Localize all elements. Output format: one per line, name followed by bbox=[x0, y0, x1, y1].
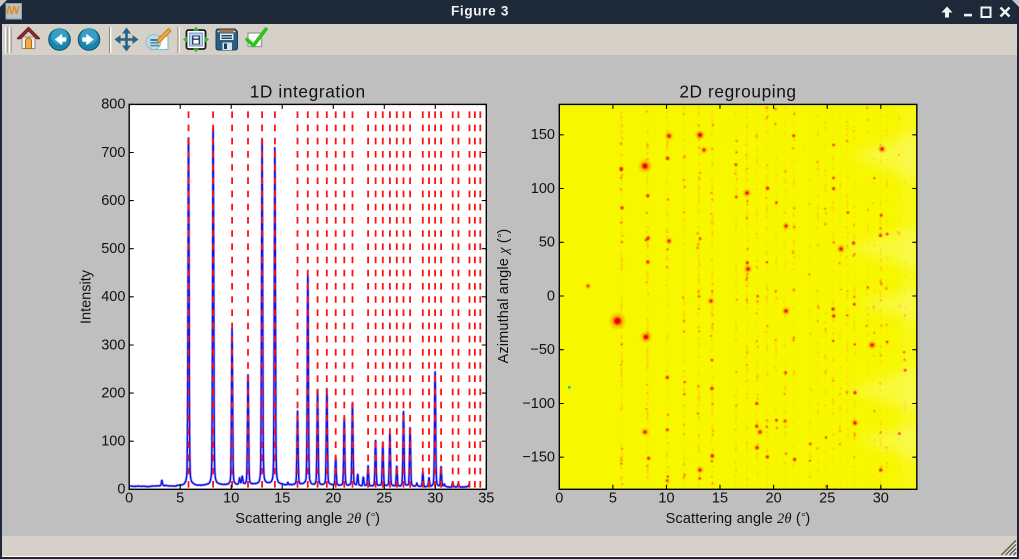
svg-text:0: 0 bbox=[125, 491, 133, 507]
svg-text:Scattering angle 2θ (°): Scattering angle 2θ (°) bbox=[666, 511, 811, 527]
svg-text:10: 10 bbox=[658, 491, 674, 507]
svg-text:20: 20 bbox=[766, 491, 782, 507]
svg-text:15: 15 bbox=[274, 491, 290, 507]
svg-text:Intensity: Intensity bbox=[79, 269, 95, 324]
svg-text:25: 25 bbox=[376, 491, 392, 507]
svg-text:2D regrouping: 2D regrouping bbox=[679, 82, 796, 102]
svg-text:150: 150 bbox=[531, 127, 555, 143]
svg-text:Scattering angle 2θ (°): Scattering angle 2θ (°) bbox=[235, 511, 380, 527]
svg-text:300: 300 bbox=[101, 337, 125, 353]
svg-text:400: 400 bbox=[101, 289, 125, 305]
svg-text:800: 800 bbox=[101, 97, 125, 113]
svg-text:30: 30 bbox=[427, 491, 443, 507]
svg-text:0: 0 bbox=[547, 288, 555, 304]
svg-text:0: 0 bbox=[555, 491, 563, 507]
svg-text:100: 100 bbox=[101, 434, 125, 450]
svg-text:−50: −50 bbox=[530, 342, 555, 358]
svg-text:10: 10 bbox=[223, 491, 239, 507]
svg-text:5: 5 bbox=[176, 491, 184, 507]
svg-text:200: 200 bbox=[101, 385, 125, 401]
svg-text:Figure 3: Figure 3 bbox=[451, 4, 509, 19]
svg-text:0: 0 bbox=[117, 482, 125, 498]
svg-text:15: 15 bbox=[712, 491, 728, 507]
svg-text:30: 30 bbox=[873, 491, 889, 507]
svg-text:−150: −150 bbox=[522, 450, 555, 466]
svg-text:1D integration: 1D integration bbox=[250, 82, 366, 102]
svg-text:50: 50 bbox=[539, 235, 555, 251]
svg-text:−100: −100 bbox=[522, 396, 555, 412]
svg-text:25: 25 bbox=[819, 491, 835, 507]
svg-text:Azimuthal angle χ (°): Azimuthal angle χ (°) bbox=[496, 229, 512, 364]
svg-text:600: 600 bbox=[101, 193, 125, 209]
svg-text:100: 100 bbox=[531, 181, 555, 197]
svg-text:500: 500 bbox=[101, 241, 125, 257]
svg-text:700: 700 bbox=[101, 145, 125, 161]
svg-text:20: 20 bbox=[325, 491, 341, 507]
svg-text:35: 35 bbox=[478, 491, 494, 507]
svg-text:5: 5 bbox=[609, 491, 617, 507]
